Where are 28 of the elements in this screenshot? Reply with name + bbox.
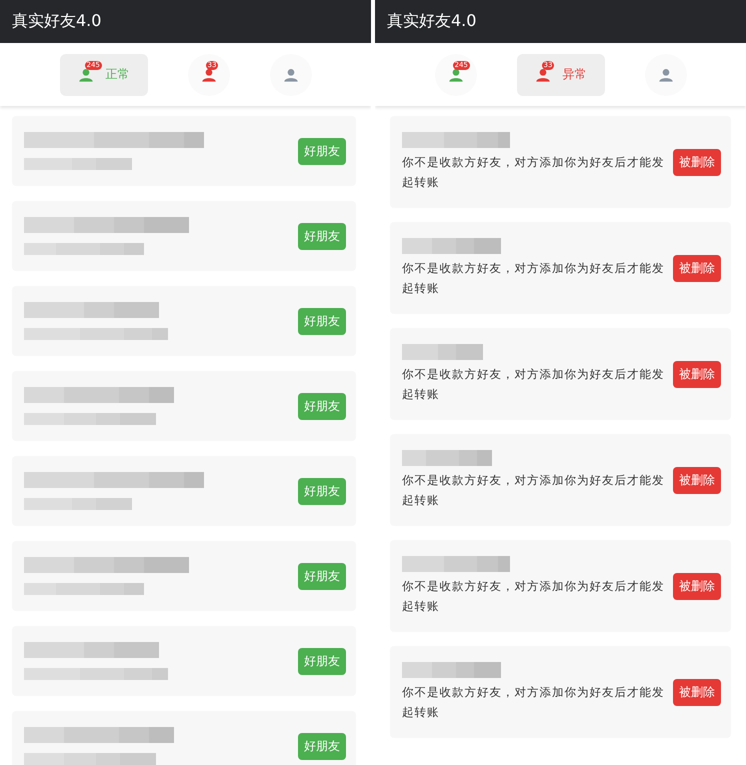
status-button[interactable]: 被删除 (673, 148, 721, 176)
status-button[interactable]: 被删除 (673, 360, 721, 388)
status-button[interactable]: 被删除 (673, 572, 721, 600)
status-message: 你不是收款方好友，对方添加你为好友后才能发起转账 (402, 684, 666, 721)
app-title: 真实好友4.0 (387, 11, 476, 32)
status-button[interactable]: 好朋友 (298, 392, 346, 420)
person-icon (658, 66, 674, 82)
status-button[interactable]: 好朋友 (298, 308, 346, 334)
person-icon (448, 66, 464, 82)
person-icon (534, 66, 550, 82)
person-icon (78, 66, 94, 82)
status-button[interactable]: 被删除 (673, 254, 721, 282)
person-icon (200, 66, 216, 82)
status-button[interactable]: 好朋友 (298, 732, 346, 760)
app-title: 真实好友4.0 (12, 11, 102, 32)
status-button[interactable]: 好朋友 (298, 478, 346, 504)
status-button[interactable]: 好朋友 (298, 648, 346, 674)
status-button[interactable]: 被删除 (673, 466, 721, 494)
person-icon (282, 66, 298, 82)
status-button[interactable]: 被删除 (673, 678, 721, 706)
status-message: 你不是收款方好友，对方添加你为好友后才能发起转账 (402, 260, 666, 297)
status-message: 你不是收款方好友，对方添加你为好友后才能发起转账 (402, 472, 666, 509)
status-message: 你不是收款方好友，对方添加你为好友后才能发起转账 (402, 154, 666, 191)
status-button[interactable]: 好朋友 (298, 222, 346, 250)
status-button[interactable]: 好朋友 (298, 562, 346, 590)
status-message: 你不是收款方好友，对方添加你为好友后才能发起转账 (402, 366, 666, 403)
status-button[interactable]: 好朋友 (298, 138, 346, 164)
status-message: 你不是收款方好友，对方添加你为好友后才能发起转账 (402, 578, 666, 615)
